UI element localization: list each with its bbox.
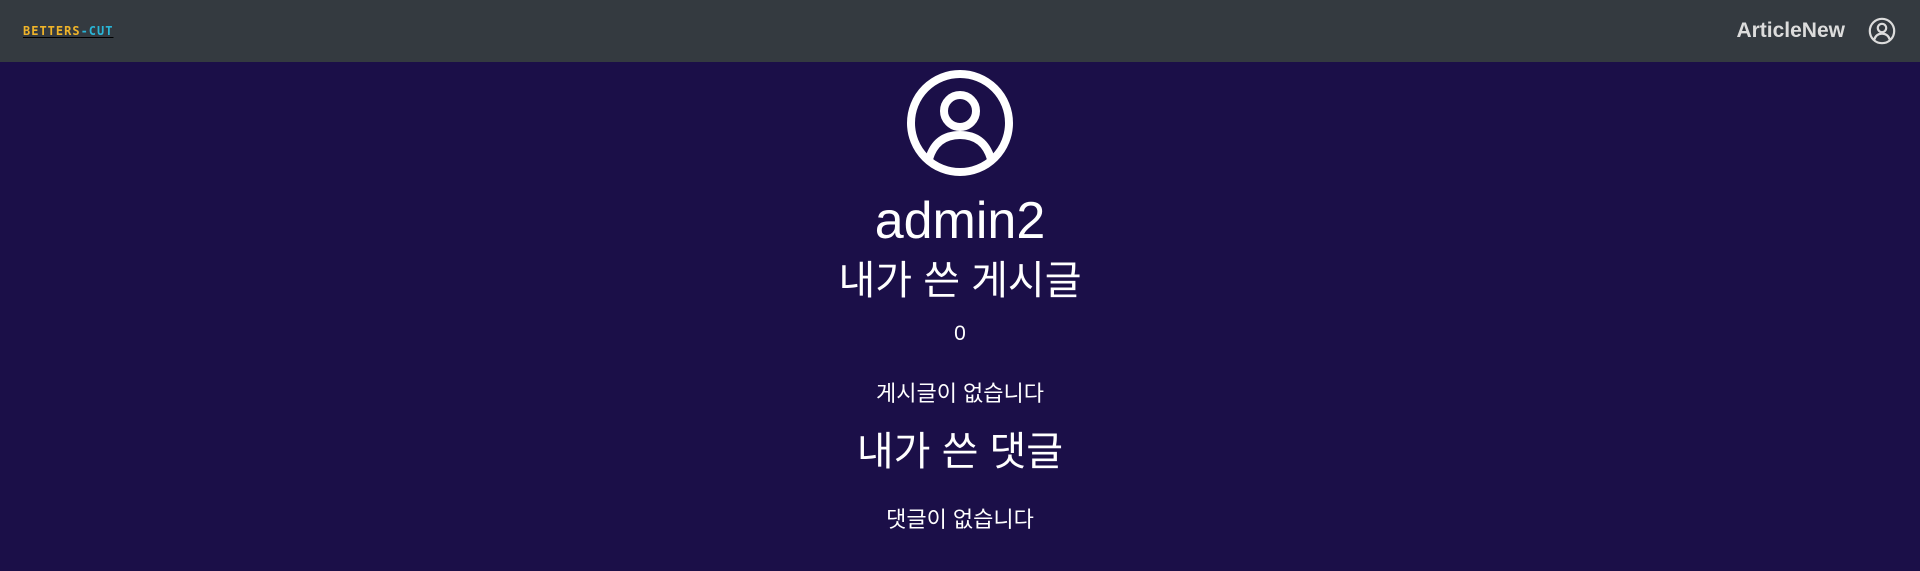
site-logo[interactable]: BETTERS -CUT	[23, 24, 113, 38]
my-posts-empty-message: 게시글이 없습니다	[875, 381, 1045, 406]
user-circle-icon	[906, 69, 1014, 177]
logo-text-right: -CUT	[80, 24, 114, 38]
my-comments-empty-message: 댓글이 없습니다	[886, 507, 1034, 532]
my-posts-count: 0	[954, 322, 966, 345]
logo-text-left: BETTERS	[23, 24, 81, 38]
user-circle-icon[interactable]	[1867, 16, 1897, 46]
my-comments-title: 내가 쓴 댓글	[856, 430, 1064, 474]
navbar-right-group: ArticleNew	[1736, 16, 1897, 46]
article-new-link[interactable]: ArticleNew	[1736, 19, 1845, 43]
my-posts-title: 내가 쓴 게시글	[838, 259, 1082, 303]
top-navbar: BETTERS -CUT ArticleNew	[0, 0, 1920, 62]
profile-username: admin2	[874, 192, 1046, 250]
profile-section: admin2 내가 쓴 게시글 0 게시글이 없습니다 내가 쓴 댓글 댓글이 …	[0, 62, 1920, 534]
